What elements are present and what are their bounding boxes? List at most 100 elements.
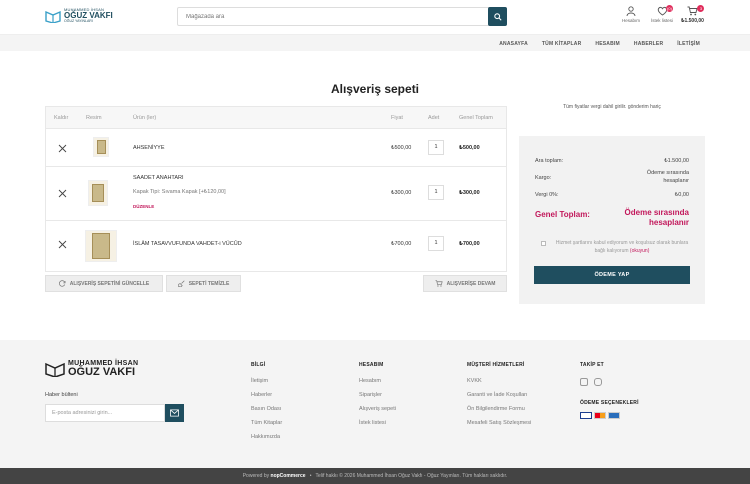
footer-link-all-books[interactable]: Tüm Kitaplar bbox=[251, 420, 282, 426]
remove-item-icon[interactable] bbox=[58, 240, 67, 249]
user-icon bbox=[626, 6, 636, 16]
newsletter-subscribe-button[interactable] bbox=[165, 404, 184, 422]
update-cart-button[interactable]: ALIŞVERİŞ SEPETİNİ GÜNCELLE bbox=[45, 275, 163, 292]
product-thumbnail[interactable] bbox=[93, 137, 109, 157]
cart-row: AHSENİYYE ₺500,00 1 ₺500,00 bbox=[46, 129, 506, 167]
footer-link-sales-contract[interactable]: Mesafeli Satış Sözleşmesi bbox=[467, 420, 531, 426]
terms-read-link[interactable]: (okuyun) bbox=[630, 248, 649, 254]
nav-item-all-books[interactable]: TÜM KİTAPLAR bbox=[542, 41, 582, 47]
payment-title: ÖDEME SEÇENEKLERİ bbox=[580, 400, 639, 406]
remove-item-icon[interactable] bbox=[58, 189, 67, 198]
unit-price: ₺500,00 bbox=[391, 145, 412, 151]
footer: MUHAMMED İHSAN OĞUZ VAKFI Haber bülteni … bbox=[0, 340, 750, 468]
quantity-input[interactable]: 1 bbox=[428, 236, 444, 251]
tax-value: ₺0,00 bbox=[674, 192, 689, 198]
search-button[interactable] bbox=[488, 7, 507, 26]
grand-total-value-line-2: hesaplanır bbox=[648, 217, 689, 227]
unit-price: ₺700,00 bbox=[391, 241, 412, 247]
cart-table-header: Kaldır Resim Ürün (ler) Fiyat Adet Genel… bbox=[46, 107, 506, 129]
footer-col-info: BİLGİ İletişim Haberler Basın Odası Tüm … bbox=[251, 362, 282, 448]
cart-icon bbox=[687, 6, 698, 16]
footer-link-contact[interactable]: İletişim bbox=[251, 378, 282, 384]
clear-cart-button[interactable]: SEPETİ TEMİZLE bbox=[166, 275, 241, 292]
instagram-icon[interactable] bbox=[594, 378, 602, 386]
search-icon bbox=[493, 12, 502, 21]
nav-item-contact[interactable]: İLETİŞİM bbox=[677, 41, 700, 47]
footer-link-my-account[interactable]: Hesabım bbox=[359, 378, 396, 384]
footer-link-news[interactable]: Haberler bbox=[251, 392, 282, 398]
footer-link-press[interactable]: Basın Odası bbox=[251, 406, 282, 412]
youtube-icon[interactable] bbox=[580, 378, 588, 386]
cart-link[interactable]: 3 ₺1.500,00 bbox=[681, 5, 705, 24]
footer-link-pre-info[interactable]: Ön Bilgilendirme Formu bbox=[467, 406, 531, 412]
page-title: Alışveriş sepeti bbox=[330, 82, 420, 96]
nopcommerce-link[interactable]: nopCommerce bbox=[271, 473, 306, 479]
unit-price: ₺300,00 bbox=[391, 190, 412, 196]
product-name-link[interactable]: İSLÂM TASAVVUFUNDA VAHDET-i VÜCÛD bbox=[133, 241, 242, 247]
cart-row: İSLÂM TASAVVUFUNDA VAHDET-i VÜCÛD ₺700,0… bbox=[46, 221, 506, 271]
footer-col-title: BİLGİ bbox=[251, 362, 266, 368]
remove-item-icon[interactable] bbox=[58, 144, 67, 153]
site-logo[interactable]: MUHAMMED İHSAN OĞUZ VAKFI OĞUZ YAYINLARI bbox=[45, 8, 113, 24]
edit-item-link[interactable]: DÜZENLE bbox=[133, 204, 154, 209]
product-attributes: Kapak Tipi: Sıvama Kapak [+₺120,00] bbox=[133, 189, 226, 195]
footer-link-wishlist[interactable]: İstek listesi bbox=[359, 420, 396, 426]
tax-row: Vergi 0%: ₺0,00 bbox=[535, 192, 689, 198]
product-name-link[interactable]: AHSENİYYE bbox=[133, 145, 164, 151]
account-link[interactable]: Hesabım bbox=[622, 6, 640, 23]
product-name-link[interactable]: SAADET ANAHTARI bbox=[133, 175, 184, 181]
broom-icon bbox=[177, 280, 185, 287]
book-cover-icon bbox=[92, 184, 104, 202]
nav-item-account[interactable]: HESABIM bbox=[595, 41, 619, 47]
search-input[interactable] bbox=[178, 8, 478, 25]
newsletter-title: Haber bülteni bbox=[45, 392, 78, 398]
nav-item-home[interactable]: ANASAYFA bbox=[499, 41, 528, 47]
product-thumbnail[interactable] bbox=[85, 230, 117, 262]
shipping-value-line-2: hesaplanır bbox=[663, 177, 689, 184]
nav-item-news[interactable]: HABERLER bbox=[634, 41, 663, 47]
footer-col-title: MÜŞTERİ HİZMETLERİ bbox=[467, 362, 525, 368]
product-thumbnail[interactable] bbox=[88, 180, 108, 206]
book-cover-icon bbox=[92, 233, 110, 259]
cart-table: Kaldır Resim Ürün (ler) Fiyat Adet Genel… bbox=[45, 106, 507, 272]
footer-link-warranty[interactable]: Garanti ve İade Koşulları bbox=[467, 392, 531, 398]
line-total: ₺500,00 bbox=[459, 145, 480, 151]
line-total: ₺700,00 bbox=[459, 241, 480, 247]
footer-link-about[interactable]: Hakkımızda bbox=[251, 434, 282, 440]
shipping-row: Kargo: Ödeme sırasında hesaplanır bbox=[535, 170, 689, 184]
grand-total-label: Genel Toplam: bbox=[535, 210, 590, 219]
footer-link-orders[interactable]: Siparişler bbox=[359, 392, 396, 398]
col-total: Genel Toplam bbox=[459, 115, 493, 121]
quantity-input[interactable]: 1 bbox=[428, 140, 444, 155]
terms-of-service: Hizmet şartlarını kabul ediyorum ve koşu… bbox=[541, 240, 691, 255]
cart-icon bbox=[435, 280, 443, 287]
clear-cart-label: SEPETİ TEMİZLE bbox=[188, 280, 230, 287]
wishlist-link[interactable]: (0) İstek listesi bbox=[651, 5, 674, 23]
footer-link-cart[interactable]: Alışveriş sepeti bbox=[359, 406, 396, 412]
newsletter-email-input[interactable]: E-posta adresinizi girin... bbox=[45, 404, 165, 422]
book-logo-icon bbox=[45, 10, 61, 23]
account-label: Hesabım bbox=[622, 18, 641, 23]
continue-shopping-button[interactable]: ALIŞVERİŞE DEVAM bbox=[423, 275, 507, 292]
col-remove: Kaldır bbox=[54, 115, 69, 121]
wishlist-label: İstek listesi bbox=[651, 18, 674, 23]
book-logo-icon bbox=[45, 362, 65, 377]
footer-logo[interactable]: MUHAMMED İHSAN OĞUZ VAKFI bbox=[45, 360, 138, 378]
order-summary: Ara toplam: ₺1.500,00 Kargo: Ödeme sıras… bbox=[519, 136, 705, 304]
subtotal-value: ₺1.500,00 bbox=[664, 158, 689, 164]
footer-link-kvkk[interactable]: KVKK bbox=[467, 378, 531, 384]
footer-col-account: HESABIM Hesabım Siparişler Alışveriş sep… bbox=[359, 362, 396, 434]
mastercard-icon bbox=[594, 412, 606, 419]
footer-col-follow: TAKİP ET ÖDEME SEÇENEKLERİ bbox=[580, 362, 639, 419]
subtotal-row: Ara toplam: ₺1.500,00 bbox=[535, 158, 689, 164]
refresh-icon bbox=[58, 280, 66, 287]
quantity-input[interactable]: 1 bbox=[428, 185, 444, 200]
grand-total-row: Genel Toplam: Ödeme sırasında hesaplanır bbox=[535, 208, 689, 227]
tax-note: Tüm fiyatlar vergi dahil girilir. gönder… bbox=[563, 104, 661, 110]
send-mail-icon bbox=[170, 409, 179, 417]
shipping-value-line-1: Ödeme sırasında bbox=[646, 170, 689, 176]
copyright-text: Telif hakkı © 2026 Muhammed İhsan Oğuz V… bbox=[315, 473, 508, 479]
update-cart-label: ALIŞVERİŞ SEPETİNİ GÜNCELLE bbox=[69, 280, 150, 287]
terms-checkbox[interactable] bbox=[541, 241, 546, 246]
checkout-button[interactable]: ÖDEME YAP bbox=[534, 266, 690, 284]
